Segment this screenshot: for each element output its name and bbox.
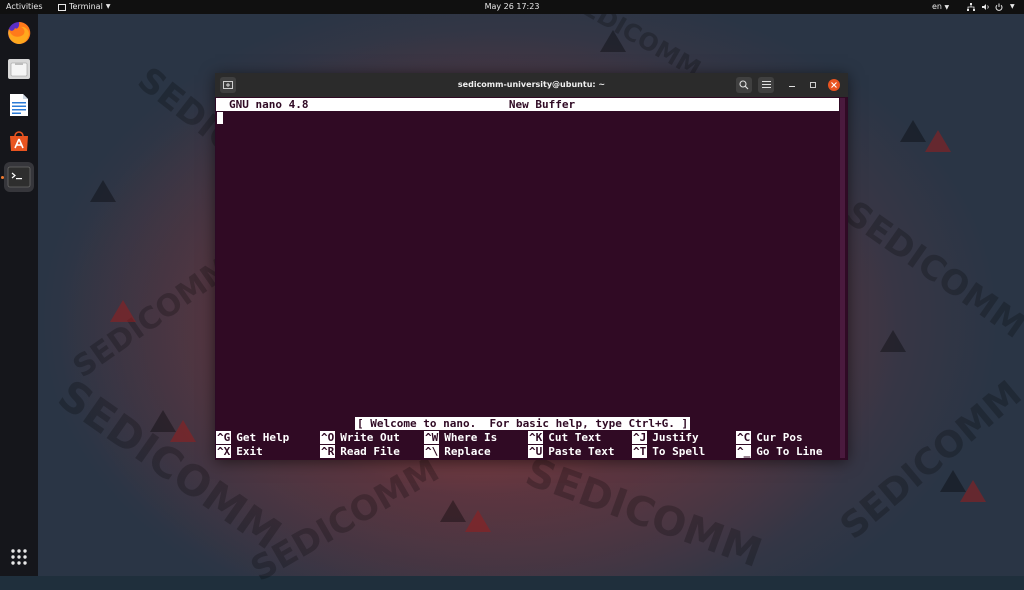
wallpaper-triangle bbox=[900, 120, 926, 142]
firefox-icon bbox=[8, 21, 31, 44]
shortcut-paste-text: ^U Paste Text bbox=[528, 445, 614, 458]
search-button[interactable] bbox=[736, 77, 752, 93]
shortcut-replace: ^\ Replace bbox=[424, 445, 491, 458]
shortcut-key: ^T bbox=[632, 445, 648, 458]
shortcut-label: Write Out bbox=[340, 431, 400, 444]
terminal-window: sedicomm-university@ubuntu: ~ GNU nano 4… bbox=[215, 73, 848, 460]
shortcut-label: Where Is bbox=[444, 431, 498, 444]
shortcut-label: To Spell bbox=[652, 445, 706, 458]
nano-buffer-name: New Buffer bbox=[508, 98, 576, 111]
language-label: en bbox=[932, 2, 942, 11]
shortcut-key: ^O bbox=[320, 431, 336, 444]
dock bbox=[0, 14, 38, 576]
shortcut-key: ^U bbox=[528, 445, 544, 458]
software-launcher[interactable] bbox=[4, 126, 34, 156]
terminal-launcher[interactable] bbox=[4, 162, 34, 192]
top-bar: Activities Terminal ▼ May 26 17:23 en ▼ … bbox=[0, 0, 1024, 14]
wallpaper-triangle bbox=[110, 300, 136, 322]
window-title: sedicomm-university@ubuntu: ~ bbox=[457, 80, 606, 89]
writer-launcher[interactable] bbox=[4, 90, 34, 120]
wallpaper-triangle bbox=[170, 420, 196, 442]
shortcut-where-is: ^W Where Is bbox=[424, 431, 497, 444]
shortcut-key: ^J bbox=[632, 431, 648, 444]
shortcut-cut-text: ^K Cut Text bbox=[528, 431, 601, 444]
shortcut-key: ^G bbox=[216, 431, 232, 444]
minimize-icon bbox=[789, 86, 795, 87]
shortcut-key: ^_ bbox=[736, 445, 752, 458]
firefox-launcher[interactable] bbox=[4, 18, 34, 48]
shortcut-key: ^X bbox=[216, 445, 232, 458]
shortcut-key: ^W bbox=[424, 431, 440, 444]
shortcut-go-to-line: ^_ Go To Line bbox=[736, 445, 822, 458]
caret-down-icon[interactable]: ▼ bbox=[1010, 0, 1015, 14]
caret-down-icon: ▼ bbox=[944, 4, 950, 11]
app-grid-icon bbox=[11, 549, 27, 565]
window-titlebar[interactable]: sedicomm-university@ubuntu: ~ bbox=[215, 73, 848, 97]
nano-title-bar: GNU nano 4.8 New Buffer bbox=[216, 98, 839, 111]
wallpaper-watermark: SEDICOMM bbox=[519, 449, 768, 577]
wallpaper-watermark: SEDICOMM bbox=[66, 249, 239, 386]
software-icon bbox=[10, 131, 28, 151]
hamburger-icon bbox=[761, 80, 771, 89]
close-button[interactable] bbox=[828, 79, 840, 91]
terminal-icon bbox=[7, 166, 31, 188]
maximize-button[interactable] bbox=[807, 79, 819, 91]
shortcut-get-help: ^G Get Help bbox=[216, 431, 289, 444]
power-icon[interactable] bbox=[995, 3, 1003, 11]
wallpaper-triangle bbox=[440, 500, 466, 522]
wallpaper-watermark: SEDICOMM bbox=[832, 373, 1024, 548]
shortcut-exit: ^X Exit bbox=[216, 445, 263, 458]
wallpaper-triangle bbox=[960, 480, 986, 502]
files-icon bbox=[8, 59, 30, 79]
search-icon bbox=[739, 80, 749, 90]
wallpaper-triangle bbox=[925, 130, 951, 152]
volume-icon[interactable] bbox=[982, 3, 990, 11]
shortcut-label: Go To Line bbox=[756, 445, 823, 458]
shortcut-write-out: ^O Write Out bbox=[320, 431, 400, 444]
shortcut-key: ^C bbox=[736, 431, 752, 444]
menu-button[interactable] bbox=[758, 77, 774, 93]
wallpaper-triangle bbox=[90, 180, 116, 202]
network-icon[interactable] bbox=[967, 3, 975, 11]
writer-icon bbox=[10, 94, 28, 116]
wallpaper-watermark: SEDICOMM bbox=[837, 193, 1024, 347]
show-applications-button[interactable] bbox=[4, 542, 34, 572]
shortcut-label: Cur Pos bbox=[756, 431, 803, 444]
shortcut-key: ^K bbox=[528, 431, 544, 444]
shortcut-key: ^\ bbox=[424, 445, 440, 458]
wallpaper-triangle bbox=[880, 330, 906, 352]
scrollbar[interactable] bbox=[840, 98, 845, 458]
running-indicator bbox=[1, 176, 4, 179]
text-cursor bbox=[217, 112, 223, 124]
language-indicator[interactable]: en ▼ bbox=[932, 0, 949, 15]
shortcut-label: Paste Text bbox=[548, 445, 615, 458]
wallpaper-triangle bbox=[600, 30, 626, 52]
shortcut-to-spell: ^T To Spell bbox=[632, 445, 705, 458]
nano-status-message: [ Welcome to nano. For basic help, type … bbox=[355, 417, 691, 430]
shortcut-label: Replace bbox=[444, 445, 491, 458]
shortcut-key: ^R bbox=[320, 445, 336, 458]
shortcut-read-file: ^R Read File bbox=[320, 445, 400, 458]
shortcut-cur-pos: ^C Cur Pos bbox=[736, 431, 803, 444]
maximize-icon bbox=[810, 82, 816, 88]
clock[interactable]: May 26 17:23 bbox=[0, 0, 1024, 14]
shortcut-label: Cut Text bbox=[548, 431, 602, 444]
terminal-content[interactable]: GNU nano 4.8 New Buffer [ Welcome to nan… bbox=[216, 97, 847, 460]
wallpaper-triangle bbox=[465, 510, 491, 532]
files-launcher[interactable] bbox=[4, 54, 34, 84]
shortcut-label: Justify bbox=[652, 431, 699, 444]
minimize-button[interactable] bbox=[786, 79, 798, 91]
shortcut-label: Exit bbox=[236, 445, 263, 458]
shortcut-justify: ^J Justify bbox=[632, 431, 699, 444]
close-icon bbox=[831, 82, 837, 88]
shortcut-label: Get Help bbox=[236, 431, 290, 444]
shortcut-label: Read File bbox=[340, 445, 400, 458]
